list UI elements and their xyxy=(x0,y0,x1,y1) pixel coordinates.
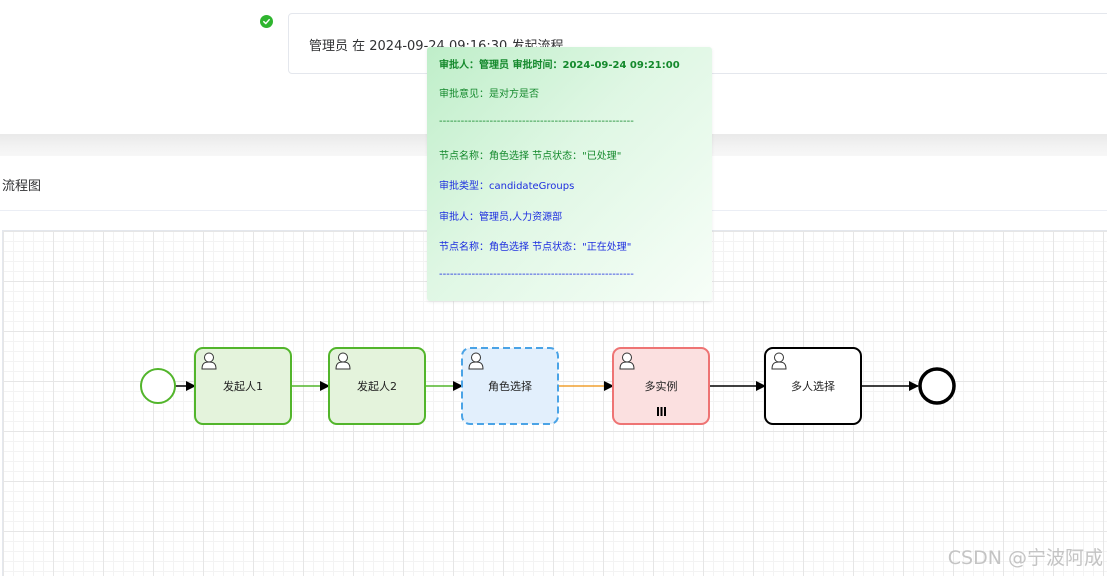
task-label: 多人选择 xyxy=(791,379,835,393)
parallel-multi-instance-icon xyxy=(657,407,666,416)
task-multi-instance[interactable]: 多实例 xyxy=(612,347,710,425)
tooltip-node-status-done: 节点名称：角色选择 节点状态："已处理" xyxy=(439,151,622,162)
task-role-select[interactable]: 角色选择 xyxy=(461,347,559,425)
tooltip-separator: ----------------------------------------… xyxy=(439,116,634,127)
tooltip-separator: ----------------------------------------… xyxy=(439,269,634,280)
task-label: 多实例 xyxy=(645,379,678,393)
task-faqiren-2[interactable]: 发起人2 xyxy=(328,347,426,425)
task-faqiren-1[interactable]: 发起人1 xyxy=(194,347,292,425)
task-label: 发起人1 xyxy=(223,379,263,393)
tooltip-approval-type: 审批类型：candidateGroups xyxy=(439,181,575,192)
tooltip-approvers: 审批人：管理员,人力资源部 xyxy=(439,212,563,223)
end-event[interactable] xyxy=(918,367,956,405)
tooltip-approver-time: 审批人：管理员 审批时间：2024-09-24 09:21:00 xyxy=(439,60,680,71)
start-event[interactable] xyxy=(140,368,176,404)
approval-tooltip: 审批人：管理员 审批时间：2024-09-24 09:21:00 审批意见：是对… xyxy=(427,47,712,301)
watermark: CSDN @宁波阿成 xyxy=(947,547,1103,569)
check-circle-icon xyxy=(260,15,273,28)
flow-chart-title: 流程图 xyxy=(2,179,42,194)
task-label: 发起人2 xyxy=(357,379,397,393)
task-label: 角色选择 xyxy=(488,379,532,393)
tooltip-node-status-processing: 节点名称：角色选择 节点状态："正在处理" xyxy=(439,242,632,253)
task-multi-person-select[interactable]: 多人选择 xyxy=(764,347,862,425)
tooltip-approval-comment: 审批意见：是对方是否 xyxy=(439,89,539,100)
